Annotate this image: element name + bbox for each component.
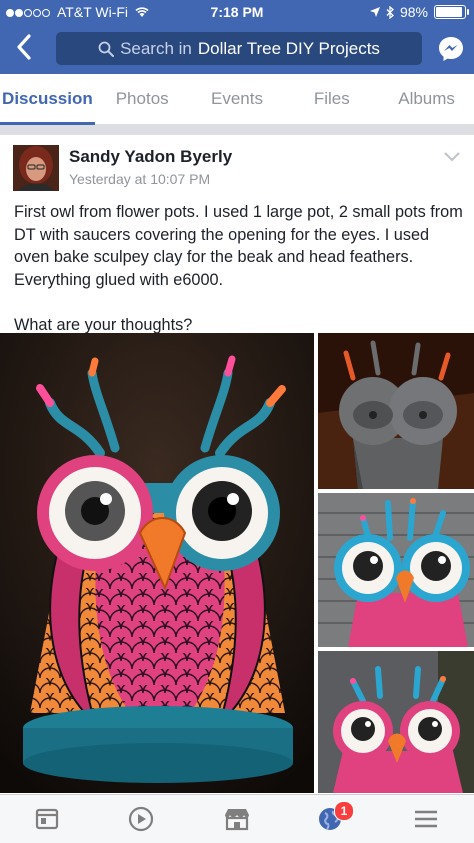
- post-text: First owl from flower pots. I used 1 lar…: [14, 203, 463, 334]
- status-bar: AT&T Wi-Fi 7:18 PM 98%: [0, 0, 474, 24]
- tab-discussion[interactable]: Discussion: [0, 74, 95, 125]
- menu-tab[interactable]: [412, 805, 442, 833]
- group-tabs: Discussion Photos Events Files Albums: [0, 74, 474, 125]
- location-arrow-icon: [369, 7, 380, 17]
- post-author[interactable]: Sandy Yadon Byerly: [69, 147, 232, 167]
- news-feed-icon: [35, 808, 59, 830]
- watch-icon: [128, 806, 154, 832]
- bluetooth-icon: [386, 5, 394, 19]
- tab-files[interactable]: Files: [284, 74, 379, 124]
- post-photo-thumbnail[interactable]: [318, 651, 474, 793]
- navigation-bar: Search in Dollar Tree DIY Projects: [0, 24, 474, 74]
- marketplace-tab[interactable]: [222, 805, 252, 833]
- avatar[interactable]: [13, 145, 59, 191]
- post-options-button[interactable]: [444, 149, 460, 167]
- group-search-field[interactable]: Search in Dollar Tree DIY Projects: [56, 32, 422, 65]
- section-divider: [0, 125, 474, 135]
- search-icon: [98, 41, 115, 57]
- tab-events[interactable]: Events: [190, 74, 285, 124]
- chevron-down-icon: [444, 152, 460, 162]
- news-feed-tab[interactable]: [33, 805, 63, 833]
- notification-count-badge: 1: [334, 801, 354, 821]
- tab-albums[interactable]: Albums: [379, 74, 474, 124]
- owl-outdoor-photo-image: [318, 651, 474, 793]
- avatar-photo: [13, 145, 59, 191]
- post-photo-main[interactable]: [0, 333, 314, 793]
- search-prefix: Search in: [120, 38, 192, 58]
- battery-percent: 98%: [399, 4, 428, 20]
- marketplace-icon: [225, 809, 249, 831]
- bottom-tab-bar: [0, 794, 474, 843]
- search-group-name: Dollar Tree DIY Projects: [197, 38, 380, 58]
- tab-photos[interactable]: Photos: [95, 74, 190, 124]
- watch-tab[interactable]: [127, 805, 157, 833]
- owl-photo-image: [0, 333, 314, 793]
- chevron-left-icon: [17, 34, 31, 60]
- back-button[interactable]: [16, 34, 32, 65]
- messenger-button[interactable]: [436, 34, 466, 64]
- post-photo-thumbnail[interactable]: [318, 493, 474, 647]
- post-timestamp[interactable]: Yesterday at 10:07 PM: [69, 171, 210, 187]
- post-photo-thumbnail[interactable]: [318, 333, 474, 489]
- menu-icon: [415, 810, 437, 828]
- owl-back-photo-image: [318, 333, 474, 489]
- battery-icon: [434, 5, 469, 19]
- owl-siding-photo-image: [318, 493, 474, 647]
- messenger-icon: [439, 37, 463, 61]
